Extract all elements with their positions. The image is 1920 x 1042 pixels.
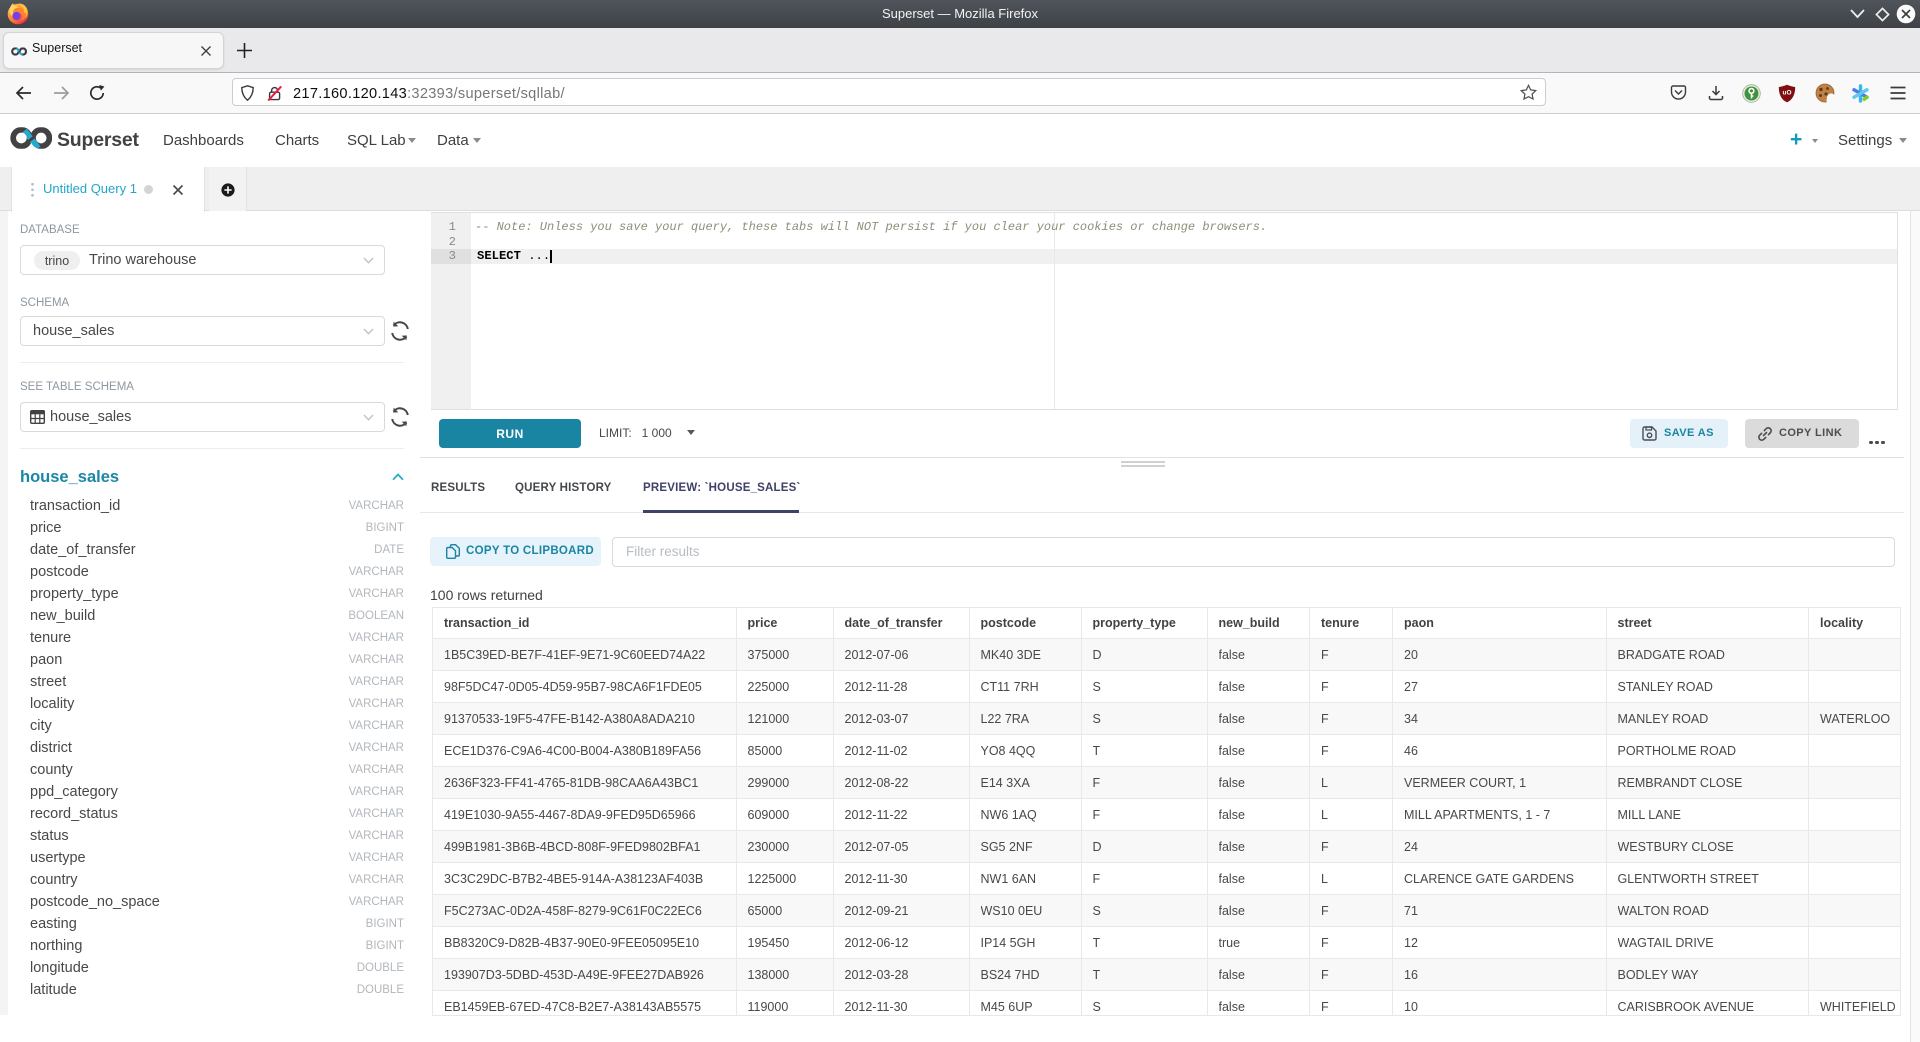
svg-text:uO: uO [1782, 90, 1791, 97]
